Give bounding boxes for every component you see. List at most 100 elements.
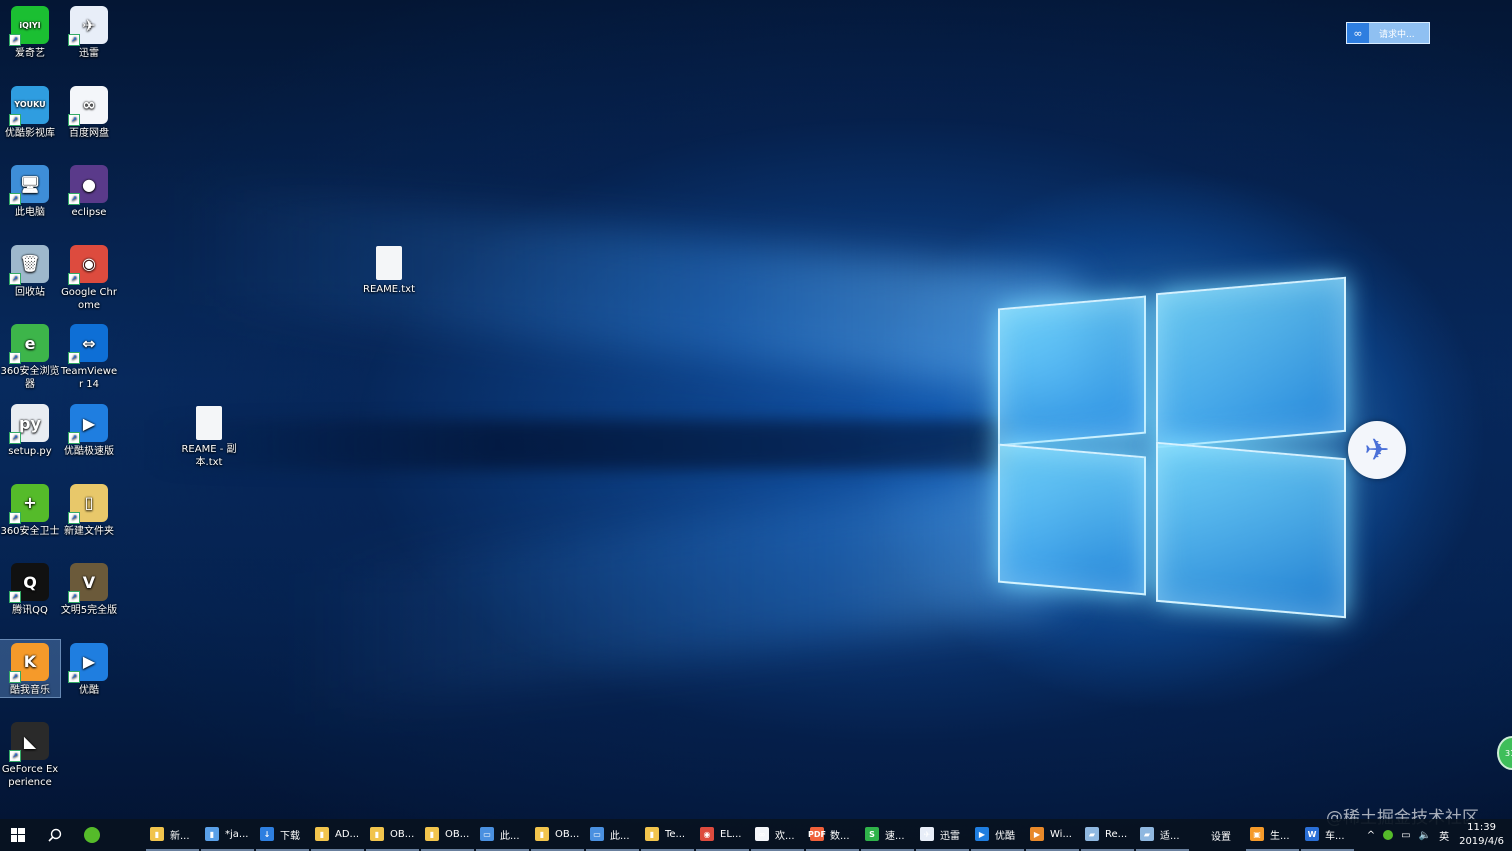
app-icon: Ⅴ ↗	[68, 563, 108, 604]
taskbar-app-button[interactable]: ▮ OB...	[366, 819, 419, 851]
desktop-icon[interactable]: iQIYI ↗ 爱奇艺	[0, 3, 60, 60]
search-icon	[48, 828, 62, 842]
desktop-icon[interactable]: ◉ ↗ Google Chrome	[59, 242, 119, 312]
desktop-file-reame[interactable]: REAME.txt	[359, 243, 419, 296]
app-icon-glyph: 🗑	[19, 254, 41, 274]
app-icon-glyph: ▶	[82, 652, 96, 672]
taskbar-app-label: OB...	[555, 828, 580, 840]
taskbar-app-button[interactable]: ▮ OB...	[531, 819, 584, 851]
taskbar-app-label: 欢...	[775, 830, 795, 842]
shortcut-arrow-icon: ↗	[68, 511, 80, 524]
desktop-icon[interactable]: ⇔ ↗ TeamViewer 14	[59, 321, 119, 391]
desktop-icon[interactable]: + ↗ 360安全卫士	[0, 481, 60, 538]
taskbar-app-button[interactable]: ↓ 下载	[256, 819, 309, 851]
xunlei-bird-icon: ✈	[1364, 432, 1390, 468]
desktop-icon[interactable]: e ↗ 360安全浏览器	[0, 321, 60, 391]
taskbar-app-button[interactable]: ▮ Te...	[641, 819, 694, 851]
desktop-icon[interactable]: 🗑 ↗ 回收站	[0, 242, 60, 299]
taskbar-app-button[interactable]: ▶ Wi...	[1026, 819, 1079, 851]
desktop-icon[interactable]: Q ↗ 腾讯QQ	[0, 560, 60, 617]
taskbar-app-button[interactable]: ▰ 适...	[1136, 819, 1189, 851]
taskbar-app-button[interactable]: ∞ 欢...	[751, 819, 804, 851]
clock[interactable]: 11:39 2019/4/6	[1459, 821, 1504, 849]
logo-pane	[1156, 441, 1346, 619]
app-icon-glyph: Q	[23, 572, 37, 592]
taskbar-app-icon: ▶	[975, 827, 989, 841]
app-icon-glyph: ▶	[82, 413, 96, 433]
start-button[interactable]	[0, 819, 36, 851]
desktop-icon[interactable]: K ↗ 酷我音乐	[0, 638, 61, 698]
desktop-icon-label: TeamViewer 14	[60, 366, 118, 391]
taskbar-app-button[interactable]: ▣ 生...	[1246, 819, 1299, 851]
desktop-icon[interactable]: YOUKU ↗ 优酷影视库	[0, 83, 60, 140]
desktop-file-label: REAME - 副本.txt	[181, 444, 237, 468]
app-icon: py ↗	[9, 404, 49, 444]
desktop-icon[interactable]: ▯ ↗ 新建文件夹	[59, 481, 119, 538]
taskbar-app-label: 迅雷	[940, 830, 960, 842]
shortcut-arrow-icon: ↗	[9, 432, 21, 444]
taskbar-app-icon: ▣	[1250, 827, 1264, 841]
app-icon: 🖥 ↗	[9, 165, 49, 206]
desktop-icon-label: 优酷极速版	[64, 446, 114, 457]
network-icon[interactable]: ▭	[1401, 830, 1410, 841]
taskbar-app-icon: ▮	[315, 827, 329, 841]
taskbar-app-button[interactable]: ▰ Re...	[1081, 819, 1134, 851]
app-icon: e ↗	[9, 324, 49, 365]
desktop-icon[interactable]: ✈ ↗ 迅雷	[59, 3, 119, 60]
shortcut-arrow-icon: ↗	[9, 193, 21, 206]
app-icon-glyph: ◣	[23, 731, 37, 751]
taskbar-app-button[interactable]: ▮ 新...	[146, 819, 199, 851]
desktop-file-reame-copy[interactable]: REAME - 副本.txt	[179, 403, 239, 469]
shortcut-arrow-icon: ↗	[68, 193, 80, 206]
xunlei-float-ball[interactable]: ✈	[1348, 421, 1406, 479]
app-icon-glyph: ●	[82, 174, 96, 194]
logo-pane	[998, 295, 1146, 447]
360-browser-pinned[interactable]	[74, 819, 110, 851]
taskbar-app-button[interactable]: S 速...	[861, 819, 914, 851]
ime-indicator[interactable]: 英	[1439, 828, 1449, 843]
search-button[interactable]	[36, 819, 74, 851]
app-icon: K ↗	[9, 642, 49, 683]
taskbar-app-button[interactable]: ✈ 迅雷	[916, 819, 969, 851]
desktop-icon[interactable]: Ⅴ ↗ 文明5完全版	[59, 560, 119, 617]
desktop-icon-label: setup.py	[8, 446, 52, 457]
taskbar-app-button[interactable]: 设置	[1191, 819, 1244, 851]
app-icon-glyph: Ⅴ	[82, 572, 96, 592]
desktop-icon[interactable]: ∞ ↗ 百度网盘	[59, 83, 119, 140]
taskbar-app-button[interactable]: ▭ 此...	[586, 819, 639, 851]
taskbar-app-button[interactable]: ▭ 此...	[476, 819, 529, 851]
shortcut-arrow-icon: ↗	[9, 670, 21, 683]
desktop-icon[interactable]: ▶ ↗ 优酷极速版	[59, 401, 119, 458]
shortcut-arrow-icon: ↗	[68, 34, 80, 46]
desktop-icon[interactable]: ◣ ↗ GeForce Experience	[0, 719, 60, 789]
shortcut-arrow-icon: ↗	[9, 34, 21, 46]
taskbar-app-button[interactable]: ▮ *ja...	[201, 819, 254, 851]
desktop-icon[interactable]: ● ↗ eclipse	[59, 162, 119, 219]
volume-icon[interactable]: 🔈	[1419, 830, 1431, 841]
taskbar-app-button[interactable]: PDF 数...	[806, 819, 859, 851]
taskbar-app-button[interactable]: ▮ OB...	[421, 819, 474, 851]
taskbar-app-button[interactable]: ◉ EL...	[696, 819, 749, 851]
baidu-cloud-icon: ∞	[1347, 23, 1369, 43]
app-icon: ⇔ ↗	[68, 324, 108, 365]
app-icon: ◣ ↗	[9, 722, 49, 763]
360-tray-icon[interactable]	[1383, 830, 1394, 840]
desktop-icon[interactable]: ▶ ↗ 优酷	[59, 640, 119, 697]
baidu-netdisk-float[interactable]: ∞ 请求中...	[1346, 22, 1430, 44]
desktop-icon-label: Google Chrome	[61, 286, 117, 311]
desktop-icon-label: 360安全卫士	[0, 525, 60, 537]
desktop-icon-label: 腾讯QQ	[12, 605, 48, 617]
app-icon-glyph: ◉	[82, 254, 96, 274]
taskbar-app-button[interactable]: W 车...	[1301, 819, 1354, 851]
desktop-icon[interactable]: 🖥 ↗ 此电脑	[0, 162, 60, 219]
taskbar-app-icon: W	[1305, 827, 1319, 841]
taskbar-app-button[interactable]: ▶ 优酷	[971, 819, 1024, 851]
desktop-icon[interactable]: py ↗ setup.py	[0, 401, 60, 458]
taskbar-app-button[interactable]: ▮ AD...	[311, 819, 364, 851]
shortcut-arrow-icon: ↗	[9, 272, 21, 285]
speed-ball[interactable]: 31	[1497, 736, 1512, 770]
app-icon: + ↗	[9, 483, 49, 524]
taskbar-app-label: 适...	[1160, 830, 1180, 842]
tray-chevron-icon[interactable]: ^	[1367, 830, 1375, 841]
windows-start-icon	[11, 828, 25, 842]
